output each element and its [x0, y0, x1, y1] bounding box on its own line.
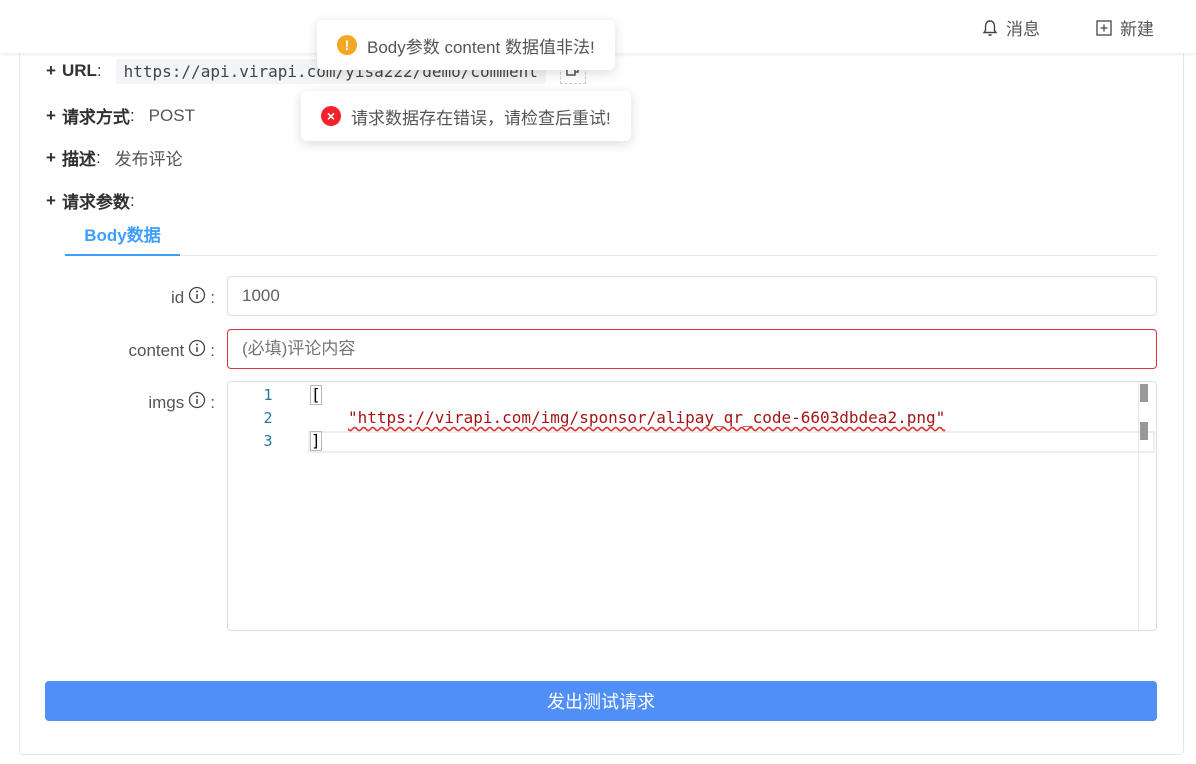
url-prefix: + — [46, 61, 56, 80]
imgs-colon: : — [210, 392, 215, 412]
url-label: URL — [61, 61, 97, 80]
scrollbar-marker — [1140, 384, 1148, 402]
method-prefix: + — [46, 105, 56, 125]
bracket-open: [ — [310, 385, 322, 405]
imgs-code-editor[interactable]: 1 2 3 [ "https://virapi.com/img/sponsor/… — [227, 381, 1157, 631]
params-tabs: Body数据 — [65, 222, 1157, 256]
code-line-3[interactable]: ] — [310, 431, 322, 451]
id-input[interactable] — [227, 276, 1157, 316]
desc-row: + 描述 : 发布评论 — [46, 145, 183, 170]
info-icon[interactable] — [188, 339, 206, 362]
content-colon: : — [210, 340, 215, 360]
content-label: content — [128, 340, 185, 360]
url-colon: : — [96, 61, 102, 80]
desc-prefix: + — [46, 147, 56, 167]
method-row: + 请求方式 : POST — [46, 103, 195, 128]
bell-icon — [982, 19, 998, 37]
error-toast: × 请求数据存在错误，请检查后重试! — [301, 91, 631, 141]
line-number: 3 — [263, 432, 273, 450]
code-string: "https://virapi.com/img/sponsor/alipay_q… — [348, 408, 946, 427]
send-test-request-button[interactable]: 发出测试请求 — [45, 681, 1157, 721]
params-row: + 请求参数 : — [46, 188, 135, 213]
editor-scrollbar[interactable] — [1138, 382, 1156, 630]
new-button[interactable]: 新建 — [1096, 15, 1154, 40]
warning-toast: ! Body参数 content 数据值非法! — [317, 20, 615, 70]
error-icon: × — [321, 106, 341, 126]
warning-icon: ! — [337, 35, 357, 55]
params-colon: : — [129, 190, 135, 210]
messages-button[interactable]: 消息 — [982, 15, 1040, 40]
messages-label: 消息 — [1006, 20, 1040, 39]
new-label: 新建 — [1120, 20, 1154, 39]
method-label: 请求方式 — [61, 108, 130, 127]
method-value: POST — [148, 105, 195, 125]
line-number: 1 — [263, 386, 273, 404]
id-label: id — [171, 287, 185, 307]
id-colon: : — [210, 287, 215, 307]
params-prefix: + — [46, 190, 56, 210]
error-toast-text: 请求数据存在错误，请检查后重试! — [351, 108, 611, 128]
current-line-highlight — [308, 431, 1155, 453]
desc-label: 描述 — [61, 150, 96, 169]
content-field-label: content : — [15, 339, 215, 362]
imgs-label: imgs — [148, 392, 185, 412]
bracket-close: ] — [310, 431, 322, 451]
info-icon[interactable] — [188, 391, 206, 414]
info-icon[interactable] — [188, 286, 206, 309]
id-field-label: id : — [15, 286, 215, 309]
tab-body-data[interactable]: Body数据 — [65, 222, 180, 256]
imgs-field-label: imgs : — [15, 391, 215, 414]
warning-toast-text: Body参数 content 数据值非法! — [367, 37, 595, 57]
code-line-1[interactable]: [ — [310, 385, 322, 405]
content-input[interactable] — [227, 329, 1157, 369]
scrollbar-marker — [1140, 422, 1148, 440]
method-colon: : — [129, 105, 135, 125]
plus-square-icon — [1096, 19, 1112, 36]
desc-colon: : — [95, 147, 101, 167]
line-number: 2 — [263, 409, 273, 427]
params-label: 请求参数 — [61, 193, 130, 212]
code-line-2[interactable]: "https://virapi.com/img/sponsor/alipay_q… — [348, 408, 945, 427]
desc-value: 发布评论 — [114, 150, 183, 169]
